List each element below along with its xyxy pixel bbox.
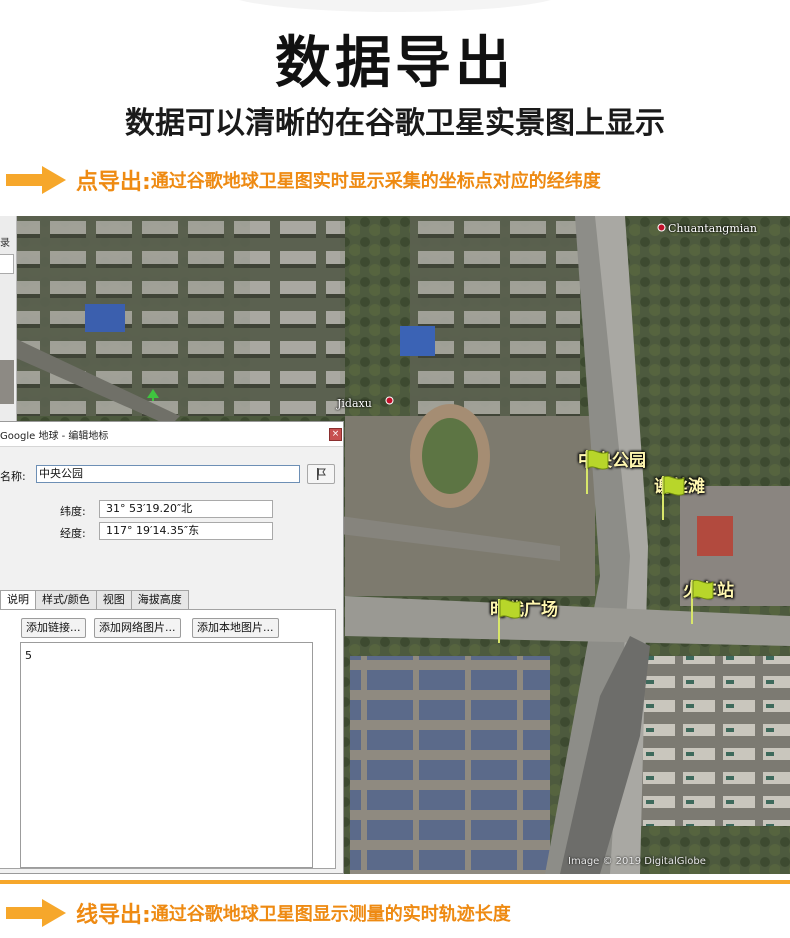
divider xyxy=(0,880,790,884)
left-panel-text: 录 xyxy=(0,238,10,249)
latitude-field[interactable]: 31° 53′19.20″北 xyxy=(99,500,273,518)
pushpin-icon xyxy=(317,468,326,480)
placemark-flag-icon xyxy=(498,598,521,643)
placemark-shidai-guangchang[interactable]: 时代广场 xyxy=(490,597,558,643)
left-side-panel: 录 xyxy=(0,216,17,421)
arrow-right-icon xyxy=(6,166,66,194)
feature-line-label: 线导出: xyxy=(76,903,151,928)
placemark-huochezhan[interactable]: 火车站 xyxy=(683,578,734,624)
placemark-flag-icon xyxy=(691,579,714,624)
left-panel-thumbnail xyxy=(0,360,14,404)
add-local-image-button[interactable]: 添加本地图片... xyxy=(192,618,279,638)
description-tab-panel: 添加链接... 添加网络图片... 添加本地图片... 5 xyxy=(0,609,336,869)
name-label: 名称: xyxy=(0,470,26,483)
placemark-icon-button[interactable] xyxy=(307,464,335,484)
dialog-titlebar[interactable]: Google 地球 - 编辑地标 × xyxy=(0,422,343,447)
map-label-jidaxu: Jidaxu xyxy=(337,397,372,410)
tab-description[interactable]: 说明 xyxy=(0,590,36,610)
description-textarea[interactable]: 5 xyxy=(20,642,313,868)
tab-style-color[interactable]: 样式/颜色 xyxy=(35,590,97,609)
edit-placemark-dialog: Google 地球 - 编辑地标 × 名称: 中央公园 纬度: 31° 53′1… xyxy=(0,421,344,874)
latitude-label: 纬度: xyxy=(60,505,86,518)
map-copyright: Image © 2019 DigitalGlobe xyxy=(568,856,706,867)
page-subtitle: 数据可以清晰的在谷歌卫星实景图上显示 xyxy=(125,106,665,141)
placemark-xiesitan[interactable]: 谢丝滩 xyxy=(654,474,705,520)
tab-altitude[interactable]: 海拔高度 xyxy=(130,590,189,609)
map-label-chuantangmian: Chuantangmian xyxy=(668,222,757,235)
feature-line-description: 通过谷歌地球卫星图显示测量的实时轨迹长度 xyxy=(150,904,511,925)
dialog-title: Google 地球 - 编辑地标 xyxy=(0,431,109,442)
top-decoration xyxy=(225,0,565,12)
placemark-flag-icon xyxy=(662,475,685,520)
placemark-flag-icon xyxy=(586,449,609,494)
add-link-button[interactable]: 添加链接... xyxy=(21,618,86,638)
placemark-pin-icon[interactable] xyxy=(657,223,666,232)
tab-view[interactable]: 视图 xyxy=(95,590,132,609)
longitude-field[interactable]: 117° 19′14.35″东 xyxy=(99,522,273,540)
feature-point-description: 通过谷歌地球卫星图实时显示采集的坐标点对应的经纬度 xyxy=(150,171,601,192)
feature-point-label: 点导出: xyxy=(76,170,151,195)
arrow-right-icon xyxy=(6,899,66,927)
feature-line-export: 线导出: 通过谷歌地球卫星图显示测量的实时轨迹长度 xyxy=(6,893,511,933)
name-field[interactable]: 中央公园 xyxy=(36,465,300,483)
add-web-image-button[interactable]: 添加网络图片... xyxy=(94,618,181,638)
close-icon[interactable]: × xyxy=(329,428,342,441)
page-title: 数据导出 xyxy=(275,31,515,96)
left-panel-field[interactable] xyxy=(0,254,14,274)
placemark-pin-icon[interactable] xyxy=(385,396,394,405)
dialog-tabs: 说明 样式/颜色 视图 海拔高度 xyxy=(0,590,189,610)
feature-point-export: 点导出: 通过谷歌地球卫星图实时显示采集的坐标点对应的经纬度 xyxy=(6,160,601,200)
tree-marker-icon xyxy=(147,389,159,401)
placemark-zhongyang-gongyuan[interactable]: 中央公园 xyxy=(578,448,646,494)
longitude-label: 经度: xyxy=(60,527,86,540)
